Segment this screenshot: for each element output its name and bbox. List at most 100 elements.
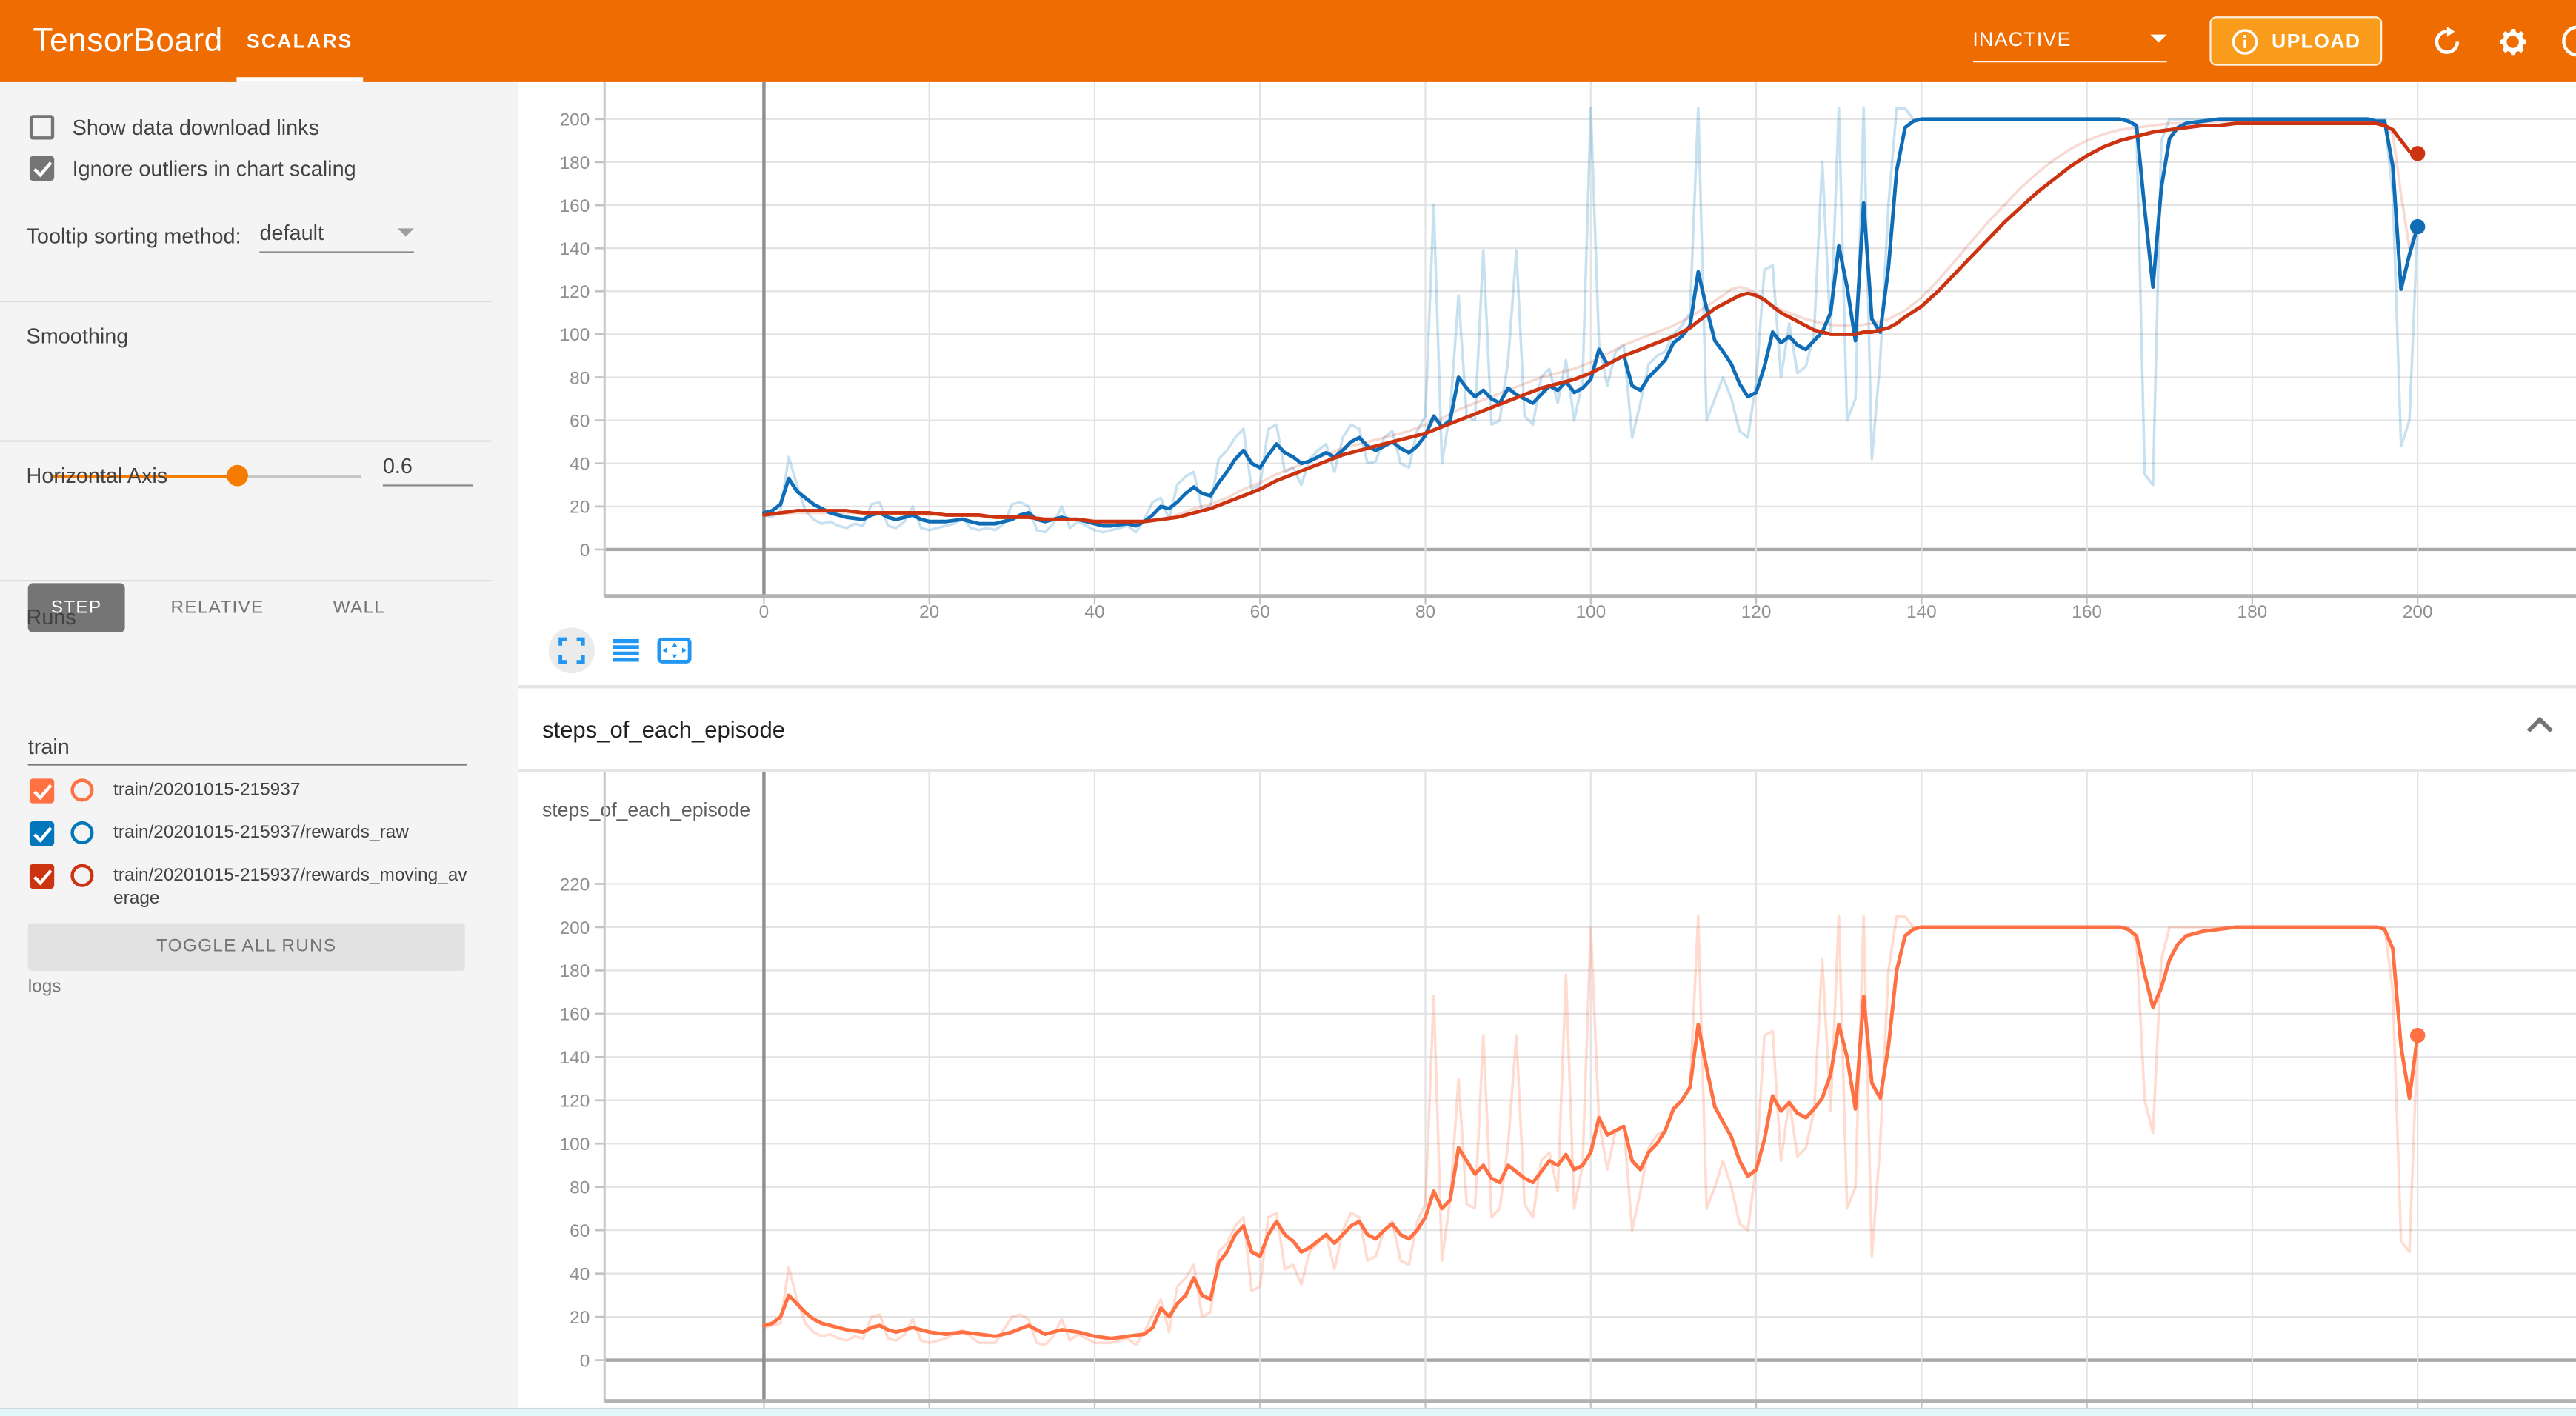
svg-text:160: 160	[2072, 602, 2102, 622]
svg-text:120: 120	[560, 282, 590, 302]
status-label: INACTIVE	[1972, 27, 2071, 50]
tooltip-sorting-dropdown[interactable]: default	[259, 220, 414, 253]
svg-text:80: 80	[570, 368, 590, 388]
refresh-button[interactable]	[2428, 23, 2464, 59]
svg-text:180: 180	[560, 153, 590, 173]
run-label: train/20201015-215937/rewards_raw	[113, 821, 472, 844]
run-checkbox-icon[interactable]	[30, 778, 54, 803]
fit-data-icon	[657, 638, 692, 664]
svg-text:100: 100	[560, 1135, 590, 1155]
caret-down-icon	[2150, 35, 2166, 43]
smoothing-value-input[interactable]: 0.6	[383, 453, 473, 486]
run-color-circle-icon	[70, 778, 93, 801]
settings-button[interactable]	[2494, 23, 2530, 59]
tooltip-sorting-label: Tooltip sorting method:	[26, 224, 241, 248]
svg-text:60: 60	[1250, 602, 1270, 622]
svg-text:20: 20	[570, 1308, 590, 1328]
slider-thumb[interactable]	[227, 465, 249, 487]
rewards-chart-card: 0204060801001201401601802000204060801001…	[518, 82, 2576, 685]
svg-text:60: 60	[570, 1221, 590, 1241]
run-list: train/20201015-215937 train/20201015-2159…	[30, 778, 490, 928]
show-download-links-checkbox[interactable]: Show data download links	[30, 115, 319, 139]
ignore-outliers-checkbox[interactable]: Ignore outliers in chart scaling	[30, 156, 356, 181]
svg-text:120: 120	[560, 1092, 590, 1112]
tab-active-underline	[236, 77, 363, 82]
run-row[interactable]: train/20201015-215937	[30, 778, 490, 803]
svg-text:60: 60	[570, 411, 590, 431]
svg-text:140: 140	[560, 239, 590, 259]
svg-text:0: 0	[759, 602, 770, 622]
svg-text:80: 80	[570, 1178, 590, 1198]
run-row[interactable]: train/20201015-215937/rewards_moving_ave…	[30, 864, 490, 910]
refresh-icon	[2431, 25, 2462, 56]
runs-filter-input[interactable]	[28, 729, 467, 766]
svg-text:40: 40	[570, 455, 590, 475]
expand-chart-button[interactable]	[549, 627, 595, 673]
svg-text:200: 200	[2403, 602, 2433, 622]
run-color-circle-icon	[70, 821, 93, 844]
runs-selector-button[interactable]	[613, 639, 638, 662]
tensorboard-app: TensorBoard SCALARS INACTIVE UPLOAD	[0, 0, 2576, 1416]
gear-icon	[2495, 24, 2529, 59]
svg-text:80: 80	[1415, 602, 1435, 622]
settings-sidebar: Show data download links Ignore outliers…	[0, 82, 518, 1416]
svg-text:0: 0	[580, 1351, 590, 1371]
runs-label: Runs	[26, 604, 76, 629]
svg-text:160: 160	[560, 1005, 590, 1025]
run-row[interactable]: train/20201015-215937/rewards_raw	[30, 821, 490, 846]
divider	[0, 440, 491, 441]
svg-text:120: 120	[1741, 602, 1772, 622]
divider	[0, 301, 491, 302]
run-label: train/20201015-215937/rewards_moving_ave…	[113, 864, 472, 910]
expand-icon	[558, 638, 584, 664]
svg-text:100: 100	[1575, 602, 1606, 622]
run-checkbox-icon[interactable]	[30, 821, 54, 846]
steps-chart-card: steps_of_each_episode 020406080100120140…	[518, 772, 2576, 1416]
checkbox-checked-icon[interactable]	[30, 156, 54, 181]
divider	[0, 580, 491, 581]
run-lines-icon	[613, 639, 638, 662]
upload-label: UPLOAD	[2272, 30, 2360, 53]
svg-text:220: 220	[560, 875, 590, 895]
upload-button[interactable]: UPLOAD	[2209, 16, 2383, 66]
smoothing-label: Smoothing	[26, 324, 128, 348]
collapse-section-button[interactable]	[2525, 713, 2555, 743]
fit-domain-button[interactable]	[657, 638, 692, 664]
svg-text:40: 40	[570, 1265, 590, 1285]
svg-text:200: 200	[560, 918, 590, 938]
status-dropdown[interactable]: INACTIVE	[1972, 21, 2166, 61]
checkbox-label: Show data download links	[73, 115, 319, 139]
app-title: TensorBoard	[33, 22, 222, 60]
svg-text:0: 0	[580, 541, 590, 561]
svg-text:200: 200	[560, 110, 590, 130]
help-icon	[2560, 23, 2576, 59]
caret-down-icon	[398, 228, 414, 236]
horizontal-axis-option-relative[interactable]: RELATIVE	[147, 583, 287, 632]
svg-text:140: 140	[1906, 602, 1937, 622]
checkbox-unchecked-icon[interactable]	[30, 115, 54, 139]
tooltip-sorting-value: default	[259, 220, 324, 244]
horizontal-axis-option-wall[interactable]: WALL	[310, 583, 409, 632]
help-button[interactable]	[2560, 23, 2576, 59]
run-color-circle-icon	[70, 864, 93, 887]
svg-text:180: 180	[560, 961, 590, 981]
svg-text:20: 20	[919, 602, 939, 622]
app-header: TensorBoard SCALARS INACTIVE UPLOAD	[0, 0, 2576, 82]
svg-text:40: 40	[1084, 602, 1104, 622]
svg-text:180: 180	[2238, 602, 2268, 622]
checkbox-label: Ignore outliers in chart scaling	[73, 156, 356, 181]
rewards-chart[interactable]: 0204060801001201401601802000204060801001…	[518, 82, 2576, 685]
tab-scalars[interactable]: SCALARS	[236, 0, 363, 82]
chevron-up-icon	[2525, 715, 2555, 735]
toggle-all-runs-button[interactable]: TOGGLE ALL RUNS	[28, 924, 465, 971]
svg-text:160: 160	[560, 196, 590, 216]
tag-section-header[interactable]: steps_of_each_episode	[518, 688, 2576, 769]
svg-text:140: 140	[560, 1048, 590, 1068]
horizontal-axis-button-group: STEPRELATIVEWALL	[28, 583, 431, 632]
horizontal-axis-label: Horizontal Axis	[26, 464, 167, 488]
chart-toolbar	[549, 627, 692, 673]
steps-chart[interactable]: 0 20 40 60 80 100 120 140 160 180 200 220	[518, 772, 2576, 1416]
logs-note: logs	[28, 978, 61, 998]
info-icon	[2231, 27, 2259, 56]
run-checkbox-icon[interactable]	[30, 864, 54, 889]
